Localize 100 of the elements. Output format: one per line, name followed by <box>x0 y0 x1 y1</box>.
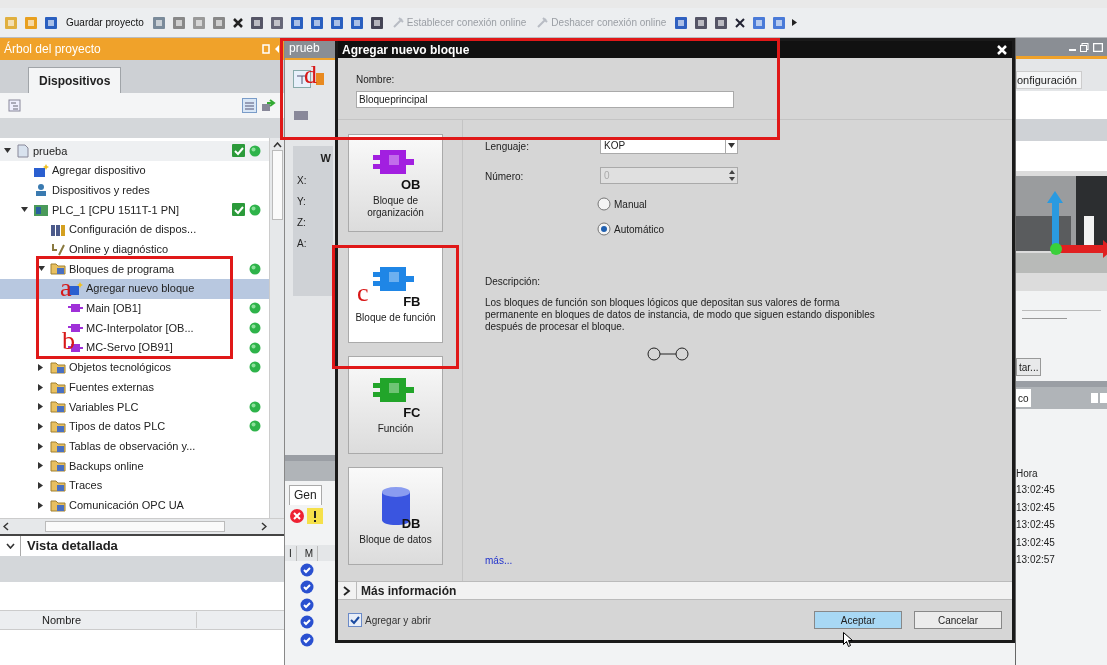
annotation-letter: c <box>357 280 369 306</box>
block-type-button[interactable]: FC Función <box>348 356 443 454</box>
field-label: Descripción: <box>485 275 541 289</box>
split-vertical-icon <box>772 15 787 30</box>
tree-item[interactable]: Variables PLC <box>69 398 139 416</box>
folder-icon <box>50 498 66 512</box>
dialog-button[interactable]: Aceptar <box>814 611 902 629</box>
scroll-right-icon <box>261 522 267 531</box>
dialog-button[interactable]: Cancelar <box>914 611 1002 629</box>
radio-option[interactable]: Manual <box>597 196 1012 212</box>
collapsed-arrow-icon[interactable] <box>38 482 43 490</box>
folder-icon <box>50 360 66 374</box>
plug-icon <box>391 16 404 29</box>
block-type-button[interactable]: OB Bloque de organización <box>348 134 443 232</box>
toolbar-tool-icon <box>714 15 729 30</box>
tab[interactable]: co <box>1016 389 1031 407</box>
table-cell-text: 13:02:45 <box>1016 518 1055 533</box>
list-view-icon <box>242 98 257 113</box>
maximize-icon <box>1093 42 1103 52</box>
toolbar-tool-icon <box>191 15 206 30</box>
name-input[interactable]: Bloqueprincipal <box>356 91 734 108</box>
device-arrow-icon <box>261 98 276 113</box>
close-button[interactable] <box>996 43 1008 56</box>
tree-item[interactable]: Backups online <box>69 457 144 475</box>
vertical-scrollbar[interactable] <box>269 138 284 518</box>
tree-item[interactable]: Tipos de datos PLC <box>69 418 166 435</box>
tree-item[interactable]: Fuentes externas <box>69 378 154 396</box>
column-header: Nombre <box>42 611 197 629</box>
tree-item[interactable]: Agregar dispositivo <box>52 162 146 179</box>
tree-item[interactable]: MC-Interpolator [OB... <box>86 319 194 337</box>
collapsed-arrow-icon[interactable] <box>38 383 43 391</box>
tree-item[interactable]: Tablas de observación y... <box>69 437 196 455</box>
block-type-button[interactable]: DB Bloque de datos <box>348 467 443 565</box>
camera-icon <box>293 108 309 122</box>
hardware-config-icon <box>50 222 66 237</box>
toolbar-button[interactable]: Guardar proyecto <box>64 15 146 30</box>
collapsed-arrow-icon[interactable] <box>38 462 43 470</box>
tree-item[interactable]: Dispositivos y redes <box>52 181 150 199</box>
mouse-pointer-icon <box>843 632 853 647</box>
annotation-letter: d <box>304 62 317 88</box>
collapsed-arrow-icon[interactable] <box>38 403 43 411</box>
tree-item[interactable]: Main [OB1] <box>86 300 142 317</box>
expanded-arrow-icon[interactable] <box>38 266 45 272</box>
network-icon <box>33 183 49 198</box>
tree-item[interactable]: MC-Servo [OB91] <box>86 339 173 356</box>
open-folder-icon <box>24 15 38 30</box>
tree-item[interactable]: Objetos tecnológicos <box>69 359 172 376</box>
scroll-thumb[interactable] <box>45 521 225 532</box>
more-info-toggle[interactable]: Más información <box>338 581 1012 600</box>
diagnostics-icon <box>50 242 66 257</box>
column-header: Hora <box>1016 466 1038 481</box>
collapsed-arrow-icon[interactable] <box>38 501 43 509</box>
collapsed-arrow-icon[interactable] <box>38 363 43 371</box>
toolbar-tool-icon <box>269 15 284 30</box>
collapsed-arrow-icon[interactable] <box>38 422 43 430</box>
folder-icon <box>50 459 66 473</box>
tree-view-icon <box>8 99 21 112</box>
folder-icon <box>50 400 66 414</box>
block-code: FB <box>403 295 421 308</box>
save-icon <box>44 15 58 30</box>
panel-buttons-icon <box>1091 393 1107 403</box>
expanded-arrow-icon[interactable] <box>4 148 11 154</box>
tree-item[interactable]: Agregar nuevo bloque <box>86 280 195 297</box>
section-title: Vista detallada <box>20 536 118 556</box>
pane-button[interactable]: tar... <box>1016 358 1042 376</box>
field-label: Número: <box>485 171 524 182</box>
tree-item[interactable]: prueba <box>33 142 68 160</box>
toolbar-tool-icon <box>349 15 364 30</box>
more-link[interactable]: más... <box>485 555 513 566</box>
expanded-arrow-icon[interactable] <box>21 207 28 213</box>
folder-icon <box>50 419 66 433</box>
dialog-title: Agregar nuevo bloque <box>342 41 470 59</box>
annotation-letter: b <box>62 328 75 354</box>
toolbar-tool-icon <box>309 15 324 30</box>
tree-item[interactable]: Traces <box>69 477 103 494</box>
column-header: M <box>304 545 319 561</box>
collapsed-arrow-icon[interactable] <box>38 442 43 450</box>
tree-item[interactable]: Configuración de dispos... <box>69 221 197 238</box>
tree-item[interactable]: Online y diagnóstico <box>69 241 169 258</box>
tree-item[interactable]: PLC_1 [CPU 1511T-1 PN] <box>52 201 179 219</box>
horizontal-scrollbar[interactable] <box>0 518 284 534</box>
panel-tab[interactable]: Dispositivos <box>28 67 122 93</box>
block-code: OB <box>401 178 421 191</box>
scroll-thumb[interactable] <box>271 150 283 220</box>
tab[interactable]: onfiguración <box>1016 70 1082 90</box>
field-label: Z: <box>297 215 306 230</box>
folder-icon <box>50 479 66 493</box>
new-project-icon <box>4 15 18 30</box>
tree-item[interactable]: Comunicación OPC UA <box>69 496 184 514</box>
toolbar-tool-icon <box>211 15 226 30</box>
field-label: Nombre: <box>356 73 396 87</box>
table-cell-text: 13:02:45 <box>1016 535 1055 550</box>
pin-icon <box>262 44 270 54</box>
collapse-icon <box>274 44 280 54</box>
radio-option[interactable]: Automático <box>597 221 1012 237</box>
block-code: FC <box>403 406 421 419</box>
inspector-tab[interactable]: Gen <box>289 485 322 505</box>
checkbox-option[interactable]: Agregar y abrir <box>348 612 432 628</box>
close-icon <box>996 43 1008 56</box>
tree-item[interactable]: Bloques de programa <box>69 260 175 278</box>
